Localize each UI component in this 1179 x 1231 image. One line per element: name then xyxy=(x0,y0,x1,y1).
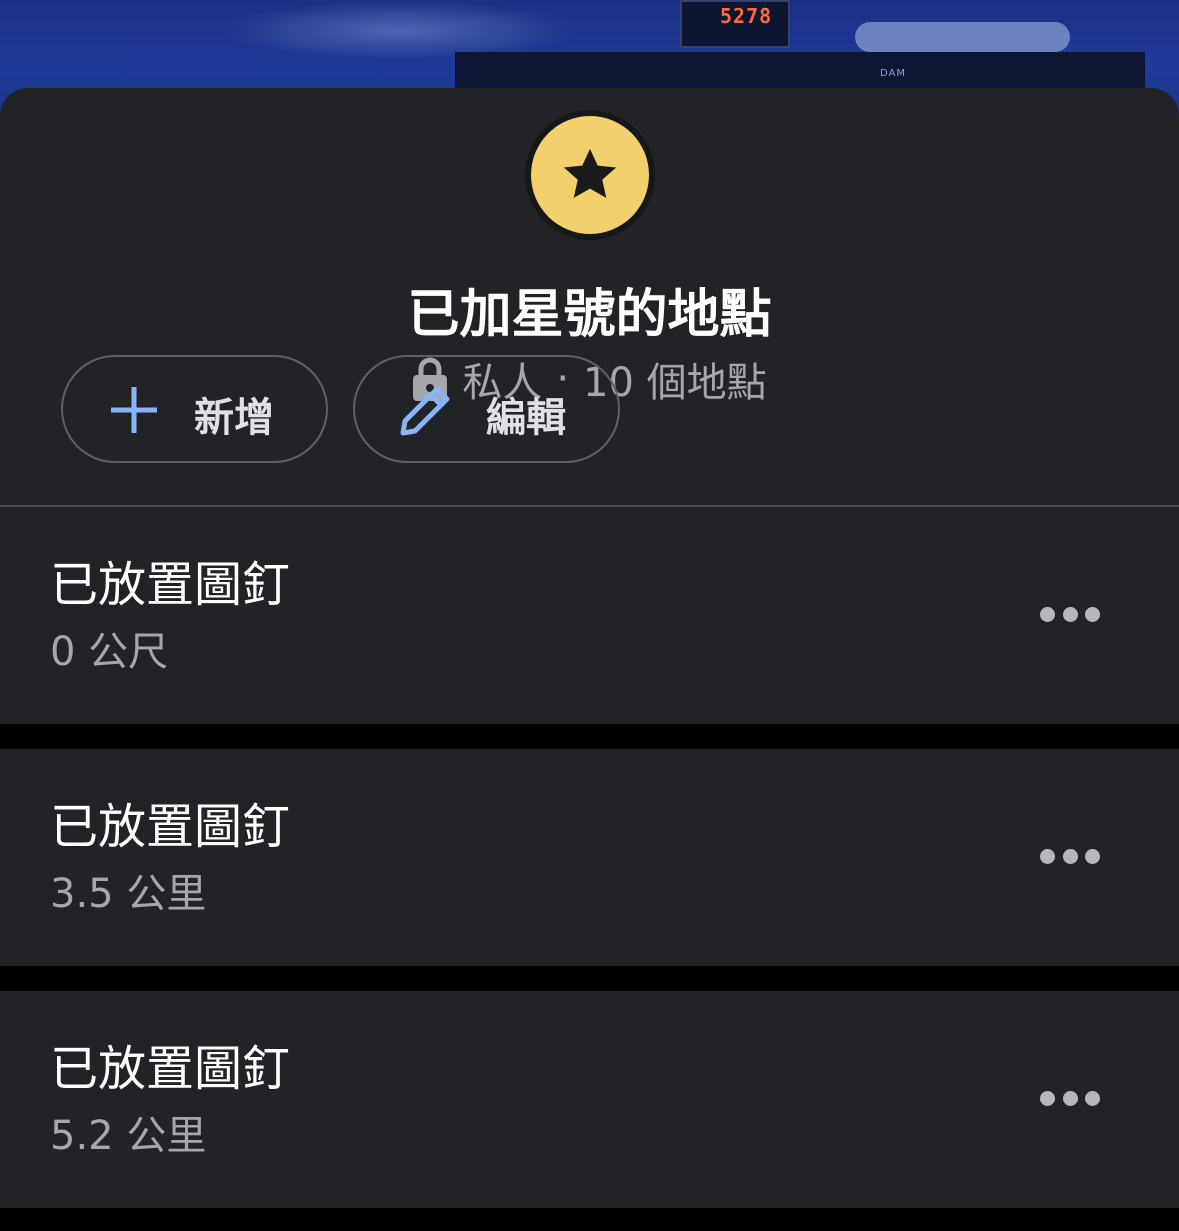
list-item[interactable]: 已放置圖釘 3.5 公里 xyxy=(0,749,1179,966)
place-name: 已放置圖釘 xyxy=(50,557,291,613)
star-icon xyxy=(563,148,617,198)
edit-button[interactable]: 編輯 xyxy=(353,355,620,463)
edit-button-label: 編輯 xyxy=(486,395,566,441)
plus-icon xyxy=(111,387,157,433)
photo-haze xyxy=(220,0,580,60)
star-badge xyxy=(525,110,655,240)
place-distance: 3.5 公里 xyxy=(50,871,207,917)
place-distance: 5.2 公里 xyxy=(50,1113,207,1159)
list-title: 已加星號的地點 xyxy=(407,285,772,345)
star-badge-inner xyxy=(531,116,649,234)
photo-soundbar xyxy=(855,22,1070,52)
more-options-icon[interactable] xyxy=(1040,607,1100,623)
more-options-icon[interactable] xyxy=(1040,1091,1100,1107)
add-button[interactable]: 新增 xyxy=(61,355,328,463)
place-distance: 0 公尺 xyxy=(50,629,169,675)
more-options-icon[interactable] xyxy=(1040,849,1100,865)
place-name: 已放置圖釘 xyxy=(50,799,291,855)
pencil-icon xyxy=(400,386,450,436)
photo-shelf xyxy=(455,52,1145,92)
photo-brand-text: DAM xyxy=(880,68,906,79)
list-item[interactable]: 已放置圖釘 5.2 公里 xyxy=(0,991,1179,1208)
place-name: 已放置圖釘 xyxy=(50,1041,291,1097)
add-button-label: 新增 xyxy=(194,395,274,441)
list-item[interactable]: 已放置圖釘 0 公尺 xyxy=(0,507,1179,724)
photo-clock-text: 5278 xyxy=(720,4,773,28)
